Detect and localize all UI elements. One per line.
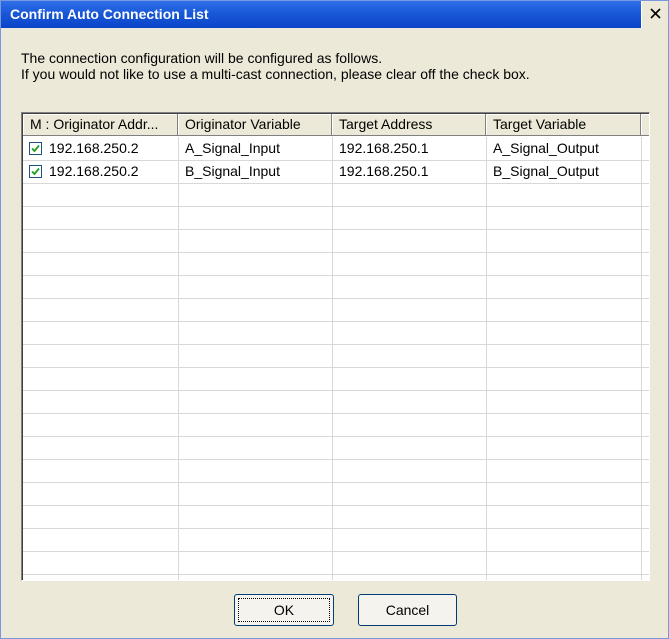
grid-line (23, 298, 649, 299)
column-header-filler (641, 114, 649, 136)
close-button[interactable] (641, 1, 668, 28)
list-body: 192.168.250.2 A_Signal_Input 192.168.250… (23, 137, 649, 580)
grid-line (23, 459, 649, 460)
table-row[interactable]: 192.168.250.2 A_Signal_Input 192.168.250… (23, 137, 649, 160)
originator-variable-cell: B_Signal_Input (185, 163, 280, 179)
grid-line (23, 551, 649, 552)
list-header: M : Originator Addr... Originator Variab… (23, 114, 649, 136)
grid-line (486, 137, 487, 580)
target-variable-cell: B_Signal_Output (493, 163, 599, 179)
connection-list[interactable]: M : Originator Addr... Originator Variab… (21, 112, 650, 581)
column-header-target-variable[interactable]: Target Variable (486, 114, 641, 136)
column-header-originator-address[interactable]: M : Originator Addr... (23, 114, 178, 136)
originator-address-cell: 192.168.250.2 (49, 140, 139, 156)
grid-line (23, 413, 649, 414)
close-icon (649, 6, 661, 24)
grid-line (641, 137, 642, 580)
grid-line (23, 505, 649, 506)
cancel-button-label: Cancel (385, 602, 430, 618)
target-address-cell: 192.168.250.1 (339, 140, 429, 156)
target-variable-cell: A_Signal_Output (493, 140, 599, 156)
cancel-button[interactable]: Cancel (358, 594, 457, 626)
grid-line (23, 321, 649, 322)
grid-line (23, 344, 649, 345)
grid-line (23, 436, 649, 437)
title-bar[interactable]: Confirm Auto Connection List (1, 1, 668, 28)
grid-line (23, 275, 649, 276)
grid-line (23, 367, 649, 368)
grid-line (23, 390, 649, 391)
grid-line (332, 137, 333, 580)
focus-rectangle (238, 598, 330, 622)
multicast-checkbox[interactable] (29, 142, 42, 155)
message-line-1: The connection configuration will be con… (21, 50, 383, 66)
grid-line (23, 206, 649, 207)
target-address-cell: 192.168.250.1 (339, 163, 429, 179)
originator-address-cell: 192.168.250.2 (49, 163, 139, 179)
multicast-checkbox[interactable] (29, 165, 42, 178)
grid-line (178, 137, 179, 580)
checkmark-icon (31, 144, 40, 153)
column-header-target-address[interactable]: Target Address (332, 114, 486, 136)
checkmark-icon (31, 167, 40, 176)
ok-button[interactable]: OK (234, 594, 334, 626)
grid-line (23, 229, 649, 230)
originator-variable-cell: A_Signal_Input (185, 140, 280, 156)
table-row[interactable]: 192.168.250.2 B_Signal_Input 192.168.250… (23, 160, 649, 183)
message-line-2: If you would not like to use a multi-cas… (21, 66, 530, 82)
grid-line (23, 183, 649, 184)
column-header-originator-variable[interactable]: Originator Variable (178, 114, 332, 136)
confirm-auto-connection-dialog: Confirm Auto Connection List The connect… (0, 0, 669, 639)
message-text: The connection configuration will be con… (21, 50, 661, 82)
grid-line (23, 482, 649, 483)
window-title: Confirm Auto Connection List (10, 6, 209, 22)
grid-line (23, 252, 649, 253)
grid-line (23, 528, 649, 529)
grid-line (23, 574, 649, 575)
